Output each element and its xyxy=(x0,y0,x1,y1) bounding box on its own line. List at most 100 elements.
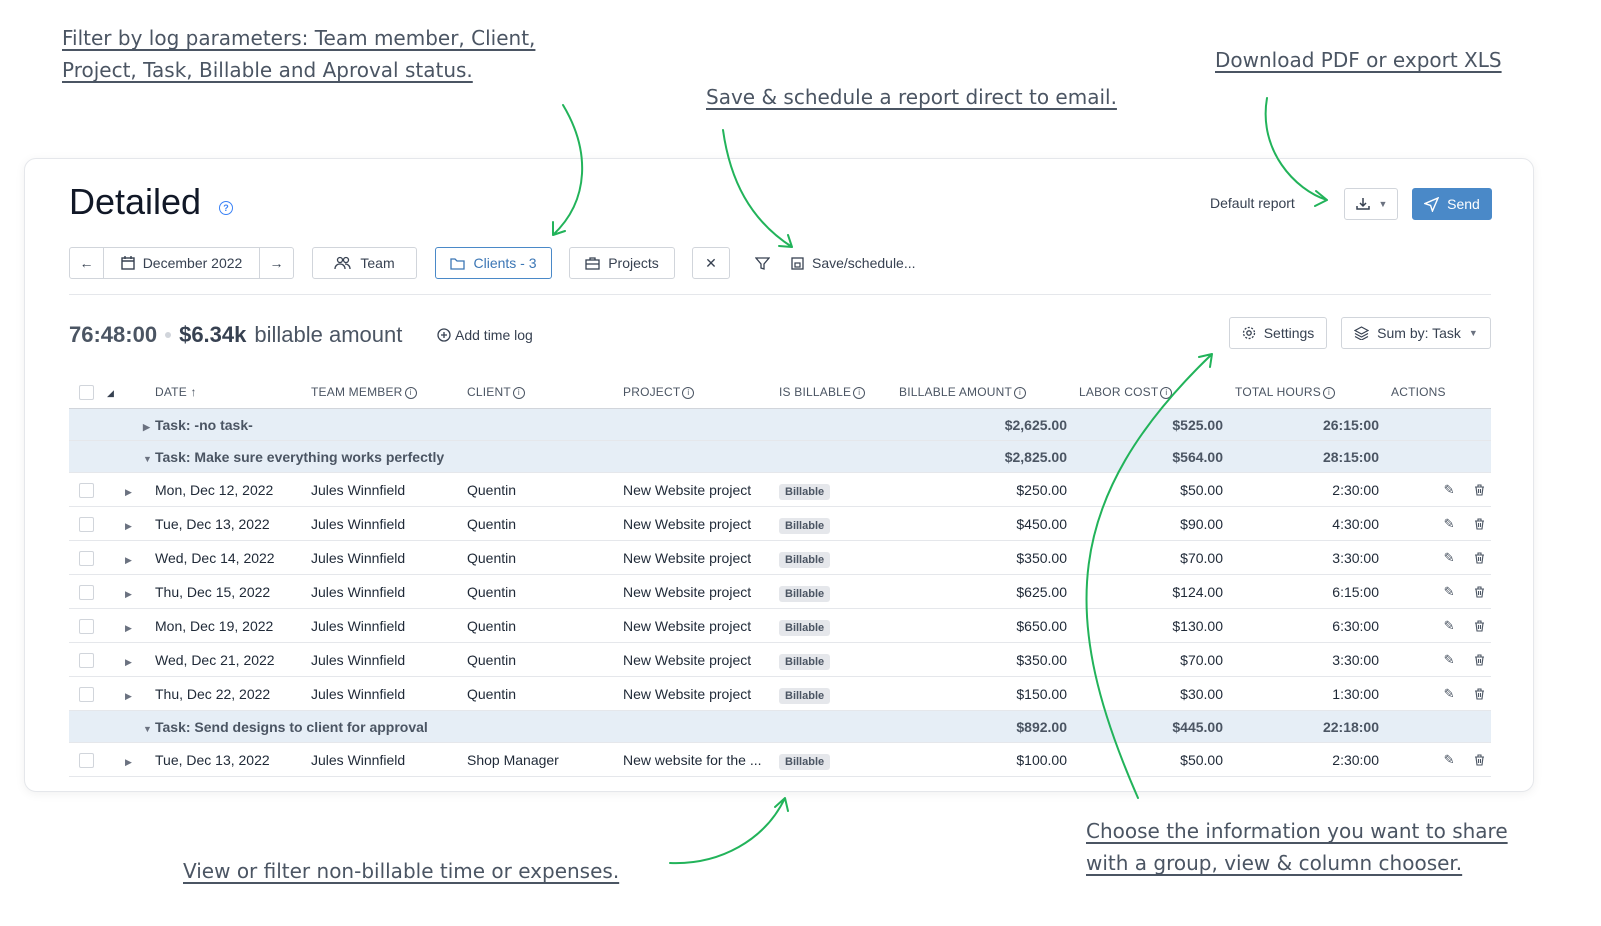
table-row[interactable]: ▶ Mon, Dec 12, 2022 Jules Winnfield Quentin… xyxy=(69,472,1491,507)
help-icon[interactable]: ? xyxy=(219,201,233,215)
caret-icon[interactable]: ◢ xyxy=(107,388,114,398)
billable-badge: Billable xyxy=(779,483,831,500)
pencil-icon[interactable]: ✎ xyxy=(1444,686,1455,701)
pencil-icon[interactable]: ✎ xyxy=(1444,618,1455,633)
pencil-icon[interactable]: ✎ xyxy=(1444,752,1455,767)
add-time-log-button[interactable]: Add time log xyxy=(437,327,533,343)
pencil-icon[interactable]: ✎ xyxy=(1444,584,1455,599)
trash-icon[interactable] xyxy=(1474,754,1485,766)
filter-button[interactable] xyxy=(747,247,777,279)
projects-filter-button[interactable]: Projects xyxy=(569,247,675,279)
group-row[interactable]: ▶ Task: -no task- $2,625.00 $525.00 26:15:00 xyxy=(69,408,1491,441)
select-all-cell xyxy=(69,376,103,409)
caret-down-icon[interactable]: ▼ xyxy=(143,454,152,464)
col-client[interactable]: CLIENT i xyxy=(467,376,623,409)
pencil-icon[interactable]: ✎ xyxy=(1444,652,1455,667)
trash-icon[interactable] xyxy=(1474,654,1485,666)
table-row[interactable]: ▶ Tue, Dec 13, 2022 Jules Winnfield Shop Ma… xyxy=(69,742,1491,777)
row-actions: ✎ xyxy=(1391,472,1491,507)
prev-period-button[interactable]: ← xyxy=(69,247,104,279)
table-row[interactable]: ▶ Tue, Dec 13, 2022 Jules Winnfield Quentin… xyxy=(69,506,1491,541)
row-total-hours: 3:30:00 xyxy=(1235,642,1391,677)
row-expand-cell: ▶ xyxy=(103,642,155,677)
row-billable-cell: Billable xyxy=(779,676,899,711)
trash-icon[interactable] xyxy=(1474,586,1485,598)
col-labor-cost[interactable]: LABOR COST i xyxy=(1079,376,1235,409)
pencil-icon[interactable]: ✎ xyxy=(1444,516,1455,531)
row-labor-cost: $50.00 xyxy=(1079,742,1235,777)
row-checkbox[interactable] xyxy=(79,516,94,532)
trash-icon[interactable] xyxy=(1474,552,1485,564)
settings-button[interactable]: Settings xyxy=(1229,317,1327,349)
col-team-member[interactable]: TEAM MEMBER i xyxy=(311,376,467,409)
row-checkbox[interactable] xyxy=(79,652,94,668)
row-labor-cost: $50.00 xyxy=(1079,472,1235,507)
table-row[interactable]: ▶ Wed, Dec 14, 2022 Jules Winnfield Quentin… xyxy=(69,540,1491,575)
team-filter-button[interactable]: Team xyxy=(312,247,417,279)
group-toggle[interactable]: ▼ xyxy=(103,710,155,743)
col-is-billable[interactable]: IS BILLABLE i xyxy=(779,376,899,409)
caret-down-icon[interactable]: ▼ xyxy=(143,724,152,734)
caret-right-icon[interactable]: ▶ xyxy=(125,757,132,767)
row-checkbox[interactable] xyxy=(79,618,94,634)
table-row[interactable]: ▶ Thu, Dec 15, 2022 Jules Winnfield Quentin… xyxy=(69,574,1491,609)
trash-icon[interactable] xyxy=(1474,688,1485,700)
export-button[interactable]: ▼ xyxy=(1344,188,1398,220)
col-date[interactable]: DATE ↑ xyxy=(155,376,311,409)
select-all-checkbox[interactable] xyxy=(79,384,94,400)
group-toggle[interactable]: ▶ xyxy=(103,408,155,441)
group-row[interactable]: ▼ Task: Send designs to client for approv… xyxy=(69,710,1491,743)
row-checkbox[interactable] xyxy=(79,752,94,768)
date-picker-button[interactable]: December 2022 xyxy=(103,247,260,279)
row-date: Tue, Dec 13, 2022 xyxy=(155,742,311,777)
trash-icon[interactable] xyxy=(1474,620,1485,632)
group-toggle[interactable]: ▼ xyxy=(103,440,155,473)
row-checkbox[interactable] xyxy=(79,550,94,566)
row-expand-cell: ▶ xyxy=(103,742,155,777)
group-labor-cost: $445.00 xyxy=(1079,710,1235,743)
group-actions xyxy=(1391,408,1491,441)
group-actions xyxy=(1391,710,1491,743)
trash-icon[interactable] xyxy=(1474,484,1485,496)
caret-right-icon[interactable]: ▶ xyxy=(125,623,132,633)
save-schedule-button[interactable]: Save/schedule... xyxy=(791,247,927,279)
caret-right-icon[interactable]: ▶ xyxy=(143,422,150,432)
pencil-icon[interactable]: ✎ xyxy=(1444,550,1455,565)
layers-icon xyxy=(1354,326,1370,340)
annotation-choose-line2: with a group, view & column chooser. xyxy=(1086,851,1463,875)
row-team-member: Jules Winnfield xyxy=(311,574,467,609)
table-header: ◢ DATE ↑ TEAM MEMBER i CLIENT i PROJECT i I… xyxy=(69,376,1491,409)
group-billable-amount: $2,625.00 xyxy=(899,408,1079,441)
row-expand-cell: ▶ xyxy=(103,608,155,643)
col-total-hours[interactable]: TOTAL HOURS i xyxy=(1235,376,1391,409)
send-label: Send xyxy=(1447,196,1480,212)
col-project[interactable]: PROJECT i xyxy=(623,376,779,409)
caret-right-icon[interactable]: ▶ xyxy=(125,521,132,531)
row-checkbox[interactable] xyxy=(79,584,94,600)
col-actions: ACTIONS xyxy=(1391,376,1491,409)
table-row[interactable]: ▶ Wed, Dec 21, 2022 Jules Winnfield Quentin… xyxy=(69,642,1491,677)
caret-right-icon[interactable]: ▶ xyxy=(125,657,132,667)
group-row[interactable]: ▼ Task: Make sure everything works perfec… xyxy=(69,440,1491,473)
row-checkbox[interactable] xyxy=(79,482,94,498)
sort-asc-icon: ↑ xyxy=(190,385,197,399)
send-button[interactable]: Send xyxy=(1412,188,1492,220)
row-checkbox[interactable] xyxy=(79,686,94,702)
pencil-icon[interactable]: ✎ xyxy=(1444,482,1455,497)
caret-right-icon[interactable]: ▶ xyxy=(125,555,132,565)
col-billable-amount[interactable]: BILLABLE AMOUNT i xyxy=(899,376,1079,409)
clear-filters-button[interactable]: ✕ xyxy=(692,247,730,279)
next-period-button[interactable]: → xyxy=(259,247,294,279)
clients-filter-button[interactable]: Clients - 3 xyxy=(435,247,552,279)
sum-by-dropdown[interactable]: Sum by: Task ▼ xyxy=(1341,317,1491,349)
caret-right-icon[interactable]: ▶ xyxy=(125,691,132,701)
row-date: Mon, Dec 19, 2022 xyxy=(155,608,311,643)
trash-icon[interactable] xyxy=(1474,518,1485,530)
funnel-icon xyxy=(754,256,770,270)
caret-right-icon[interactable]: ▶ xyxy=(125,589,132,599)
caret-right-icon[interactable]: ▶ xyxy=(125,487,132,497)
billable-badge: Billable xyxy=(779,753,831,770)
table-row[interactable]: ▶ Thu, Dec 22, 2022 Jules Winnfield Quentin… xyxy=(69,676,1491,711)
table-row[interactable]: ▶ Mon, Dec 19, 2022 Jules Winnfield Quentin… xyxy=(69,608,1491,643)
default-report-link[interactable]: Default report xyxy=(1210,195,1295,211)
